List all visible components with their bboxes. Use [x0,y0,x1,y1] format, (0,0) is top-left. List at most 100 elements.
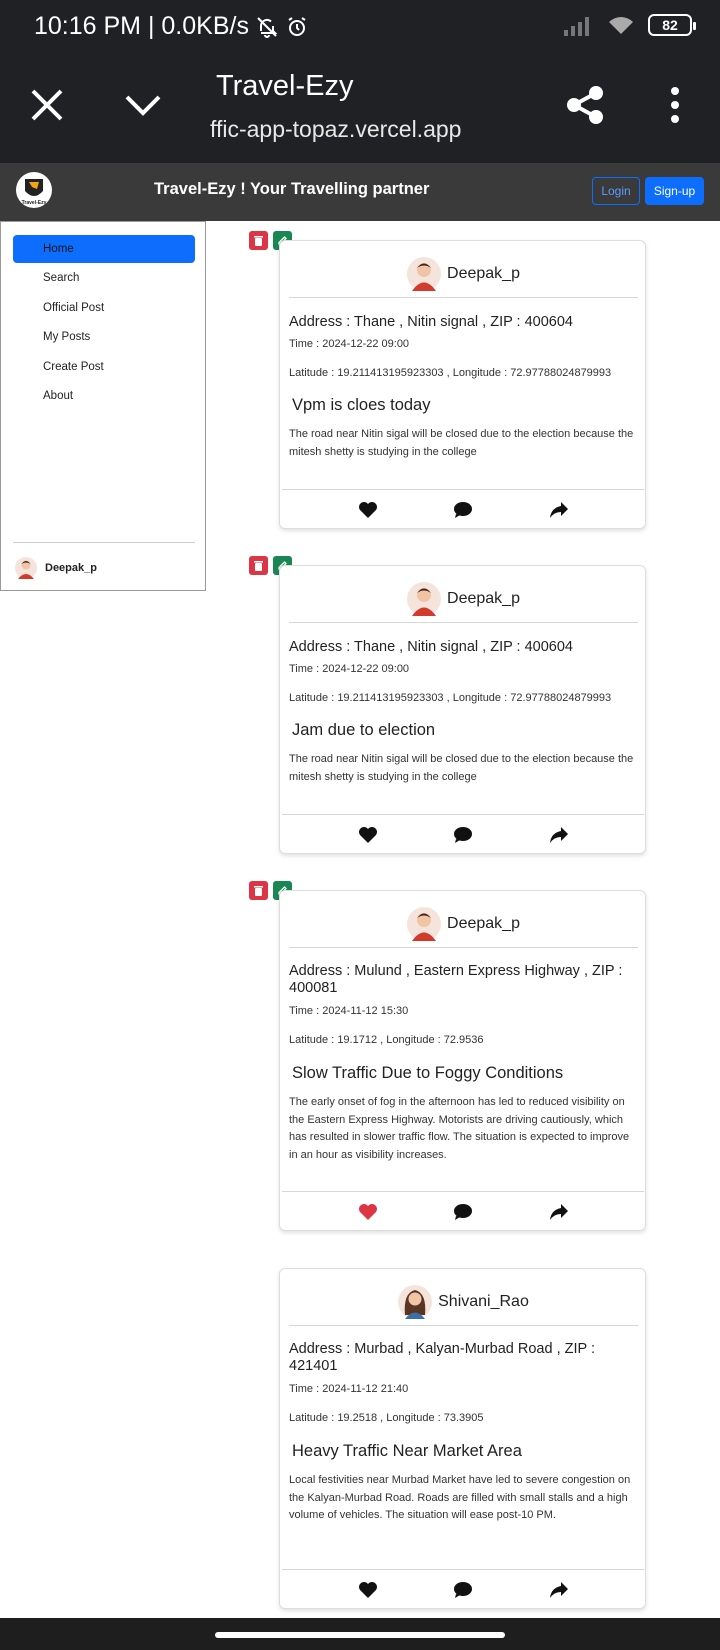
post-description: The road near Nitin sigal will be closed… [289,428,634,458]
signup-button[interactable]: Sign-up [645,177,704,205]
post-address: Address : Thane , Nitin signal , ZIP : 4… [289,314,573,330]
app-logo[interactable]: Travel-Ezy [16,172,52,208]
status-time-speed: 10:16 PM | 0.0KB/s [34,12,249,40]
home-gesture-handle[interactable] [215,1632,505,1638]
post-description: The road near Nitin sigal will be closed… [289,753,634,783]
avatar [407,581,442,616]
like-button[interactable] [357,500,379,520]
comment-icon [454,1204,472,1220]
post-card: Deepak_p Address : Thane , Nitin signal … [279,565,646,854]
post-address: Address : Mulund , Eastern Express Highw… [289,963,623,996]
delete-post-button[interactable] [249,556,268,575]
sidebar-item-home[interactable]: Home [13,235,195,263]
muted-bell-icon [257,16,278,38]
delete-post-button[interactable] [249,881,268,900]
share-post-button[interactable] [548,1202,570,1222]
signal-icon [564,17,589,36]
sidebar-item-about[interactable]: About [13,382,195,410]
post-coordinates: Latitude : 19.1712 , Longitude : 72.9536 [289,1034,484,1046]
sidebar-item-search[interactable]: Search [13,264,195,292]
like-button[interactable] [357,1202,379,1222]
close-tab-button[interactable] [22,80,72,130]
avatar [407,256,442,291]
avatar [398,1284,433,1319]
comment-icon [454,827,472,843]
share-arrow-icon [550,1582,568,1598]
overflow-menu-button[interactable] [650,80,700,130]
brand-tagline: Travel-Ezy ! Your Travelling partner [154,180,430,198]
browser-page-title: Travel-Ezy [216,70,354,102]
logo-text: Travel-Ezy [22,200,47,206]
share-arrow-icon [550,502,568,518]
post-username: Shivani_Rao [438,1292,529,1310]
trash-icon [254,560,263,571]
status-right: 82 [562,14,696,36]
post-title: Jam due to election [292,721,436,739]
post-coordinates: Latitude : 19.211413195923303 , Longitud… [289,692,612,704]
share-arrow-icon [550,1204,568,1220]
post-time: Time : 2024-12-22 09:00 [289,663,410,675]
post-title: Vpm is cloes today [292,396,431,414]
post-address: Address : Murbad , Kalyan-Murbad Road , … [289,1341,595,1374]
post-card: Shivani_Rao Address : Murbad , Kalyan-Mu… [279,1268,646,1609]
like-button[interactable] [357,825,379,845]
post-username: Deepak_p [447,589,520,607]
wifi-icon [609,17,633,34]
post-author[interactable]: Shivani_Rao [289,1278,638,1326]
post-coordinates: Latitude : 19.211413195923303 , Longitud… [289,367,612,379]
post-actions [282,814,644,852]
trash-icon [254,885,263,896]
post-title: Slow Traffic Due to Foggy Conditions [292,1064,564,1082]
logo-emblem-icon: Travel-Ezy [22,179,47,206]
post-author[interactable]: Deepak_p [289,575,638,623]
heart-icon [359,1204,377,1220]
close-icon [31,89,63,121]
post-title: Heavy Traffic Near Market Area [292,1442,522,1460]
comment-button[interactable] [452,1580,474,1600]
login-button[interactable]: Login [592,177,640,205]
post-username: Deepak_p [447,264,520,282]
comment-button[interactable] [452,1202,474,1222]
comment-button[interactable] [452,825,474,845]
post-card: Deepak_p Address : Mulund , Eastern Expr… [279,890,646,1231]
share-post-button[interactable] [548,825,570,845]
post-actions [282,489,644,527]
heart-icon [359,502,377,518]
comment-icon [454,1582,472,1598]
minimize-button[interactable] [118,80,168,130]
post-address: Address : Thane , Nitin signal , ZIP : 4… [289,639,573,655]
like-button[interactable] [357,1580,379,1600]
app-header: Travel-Ezy Travel-Ezy ! Your Travelling … [0,163,720,221]
post-author[interactable]: Deepak_p [289,250,638,298]
sidebar-item-create-post[interactable]: Create Post [13,353,195,381]
comment-icon [454,502,472,518]
heart-icon [359,827,377,843]
post-time: Time : 2024-11-12 15:30 [289,1005,409,1017]
sidebar-item-my-posts[interactable]: My Posts [13,323,195,351]
browser-toolbar: Travel-Ezy ffic-app-topaz.vercel.app [0,52,720,163]
post-coordinates: Latitude : 19.2518 , Longitude : 73.3905 [289,1412,484,1424]
avatar [15,557,37,579]
trash-icon [254,235,263,246]
sidebar-item-label: Search [43,272,80,284]
share-arrow-icon [550,827,568,843]
post-author[interactable]: Deepak_p [289,900,638,948]
sidebar-divider [13,542,195,543]
status-bar: 10:16 PM | 0.0KB/s 82 [0,0,720,52]
post-time: Time : 2024-11-12 21:40 [289,1383,409,1395]
comment-button[interactable] [452,500,474,520]
system-navigation-bar [0,1618,720,1650]
share-post-button[interactable] [548,1580,570,1600]
delete-post-button[interactable] [249,231,268,250]
post-time: Time : 2024-12-22 09:00 [289,338,410,350]
share-icon [567,86,603,124]
browser-url[interactable]: ffic-app-topaz.vercel.app [210,116,510,143]
share-post-button[interactable] [548,500,570,520]
sidebar-user[interactable]: Deepak_p [15,557,97,579]
avatar [407,906,442,941]
status-left: 10:16 PM | 0.0KB/s [34,12,309,41]
post-card: Deepak_p Address : Thane , Nitin signal … [279,240,646,529]
post-actions [282,1191,644,1229]
share-button[interactable] [560,80,610,130]
sidebar-item-official-post[interactable]: Official Post [13,294,195,322]
